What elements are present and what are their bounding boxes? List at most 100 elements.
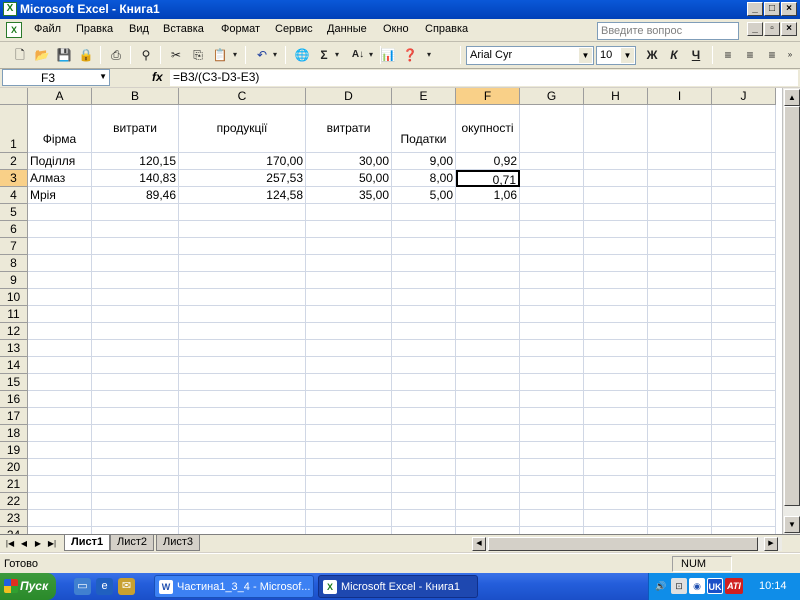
browser-icon[interactable]: e: [96, 578, 113, 595]
column-header-d[interactable]: D: [306, 88, 392, 105]
cell-f17[interactable]: [456, 408, 520, 425]
cell-c4[interactable]: 124,58: [179, 187, 306, 204]
paste-dropdown-icon[interactable]: ▾: [230, 45, 240, 65]
cell-j9[interactable]: [712, 272, 776, 289]
doc-close-button[interactable]: ×: [781, 22, 797, 36]
menu-edit[interactable]: Правка: [76, 23, 113, 35]
cell-g12[interactable]: [520, 323, 584, 340]
bold-button[interactable]: Ж: [642, 45, 662, 65]
cell-g20[interactable]: [520, 459, 584, 476]
horizontal-scrollbar[interactable]: ◀ ▶: [472, 537, 782, 551]
cell-a4[interactable]: Мрія: [28, 187, 92, 204]
cell-b3[interactable]: 140,83: [92, 170, 179, 187]
cell-g13[interactable]: [520, 340, 584, 357]
task-word-document[interactable]: W Частина1_3_4 - Microsof...: [154, 575, 314, 598]
cell-j5[interactable]: [712, 204, 776, 221]
cell-g8[interactable]: [520, 255, 584, 272]
row-header-16[interactable]: 16: [0, 391, 28, 408]
cell-e12[interactable]: [392, 323, 456, 340]
row-header-23[interactable]: 23: [0, 510, 28, 527]
cell-a11[interactable]: [28, 306, 92, 323]
column-header-h[interactable]: H: [584, 88, 648, 105]
row-header-20[interactable]: 20: [0, 459, 28, 476]
row-header-3[interactable]: 3: [0, 170, 28, 187]
chevron-down-icon[interactable]: ▼: [579, 48, 592, 63]
cell-g10[interactable]: [520, 289, 584, 306]
scroll-left-icon[interactable]: ◀: [472, 537, 486, 551]
cell-a18[interactable]: [28, 425, 92, 442]
cell-a6[interactable]: [28, 221, 92, 238]
cell-a23[interactable]: [28, 510, 92, 527]
cell-f22[interactable]: [456, 493, 520, 510]
row-header-21[interactable]: 21: [0, 476, 28, 493]
sort-ascending-icon[interactable]: A↓: [348, 45, 368, 65]
cell-c18[interactable]: [179, 425, 306, 442]
last-sheet-icon[interactable]: ▶|: [46, 537, 58, 550]
cell-a16[interactable]: [28, 391, 92, 408]
toolbar-options-icon[interactable]: ▾: [424, 45, 434, 65]
font-size-select[interactable]: 10 ▼: [596, 46, 636, 65]
cell-g14[interactable]: [520, 357, 584, 374]
row-header-12[interactable]: 12: [0, 323, 28, 340]
cell-h12[interactable]: [584, 323, 648, 340]
cell-e3[interactable]: 8,00: [392, 170, 456, 187]
workbook-icon[interactable]: X: [6, 22, 22, 38]
cell-a21[interactable]: [28, 476, 92, 493]
cell-h9[interactable]: [584, 272, 648, 289]
menu-view[interactable]: Вид: [129, 23, 149, 35]
save-icon[interactable]: 💾: [54, 45, 74, 65]
cell-i22[interactable]: [648, 493, 712, 510]
cell-f24[interactable]: [456, 527, 520, 534]
column-header-c[interactable]: C: [179, 88, 306, 105]
cell-d17[interactable]: [306, 408, 392, 425]
cell-c11[interactable]: [179, 306, 306, 323]
network-icon[interactable]: ⊡: [671, 578, 687, 594]
formula-input[interactable]: =B3/(C3-D3-E3): [170, 70, 798, 86]
cell-f15[interactable]: [456, 374, 520, 391]
row-header-19[interactable]: 19: [0, 442, 28, 459]
cell-j16[interactable]: [712, 391, 776, 408]
cell-e10[interactable]: [392, 289, 456, 306]
cell-h19[interactable]: [584, 442, 648, 459]
cell-c21[interactable]: [179, 476, 306, 493]
cell-j2[interactable]: [712, 153, 776, 170]
cell-i8[interactable]: [648, 255, 712, 272]
cell-e15[interactable]: [392, 374, 456, 391]
cell-d11[interactable]: [306, 306, 392, 323]
row-header-11[interactable]: 11: [0, 306, 28, 323]
cell-d14[interactable]: [306, 357, 392, 374]
cell-f13[interactable]: [456, 340, 520, 357]
cell-d3[interactable]: 50,00: [306, 170, 392, 187]
cell-j17[interactable]: [712, 408, 776, 425]
cell-d16[interactable]: [306, 391, 392, 408]
doc-minimize-button[interactable]: _: [747, 22, 763, 36]
cell-a13[interactable]: [28, 340, 92, 357]
cell-f18[interactable]: [456, 425, 520, 442]
cell-j20[interactable]: [712, 459, 776, 476]
cell-h21[interactable]: [584, 476, 648, 493]
cell-i12[interactable]: [648, 323, 712, 340]
cell-f4[interactable]: 1,06: [456, 187, 520, 204]
row-header-18[interactable]: 18: [0, 425, 28, 442]
cell-i7[interactable]: [648, 238, 712, 255]
cell-e7[interactable]: [392, 238, 456, 255]
new-icon[interactable]: 🗋: [10, 45, 30, 65]
cell-a8[interactable]: [28, 255, 92, 272]
cell-j11[interactable]: [712, 306, 776, 323]
menu-tools[interactable]: Сервис: [275, 23, 313, 35]
cell-a10[interactable]: [28, 289, 92, 306]
scroll-thumb[interactable]: [488, 537, 758, 551]
cell-c24[interactable]: [179, 527, 306, 534]
cell-e14[interactable]: [392, 357, 456, 374]
autosum-dropdown-icon[interactable]: ▾: [332, 45, 342, 65]
show-desktop-icon[interactable]: ▭: [74, 578, 91, 595]
cell-b6[interactable]: [92, 221, 179, 238]
cell-a14[interactable]: [28, 357, 92, 374]
cell-b18[interactable]: [92, 425, 179, 442]
toolbar-options-icon[interactable]: »: [784, 45, 796, 65]
cell-i18[interactable]: [648, 425, 712, 442]
cell-a9[interactable]: [28, 272, 92, 289]
row-header-14[interactable]: 14: [0, 357, 28, 374]
column-header-g[interactable]: G: [520, 88, 584, 105]
cell-e2[interactable]: 9,00: [392, 153, 456, 170]
